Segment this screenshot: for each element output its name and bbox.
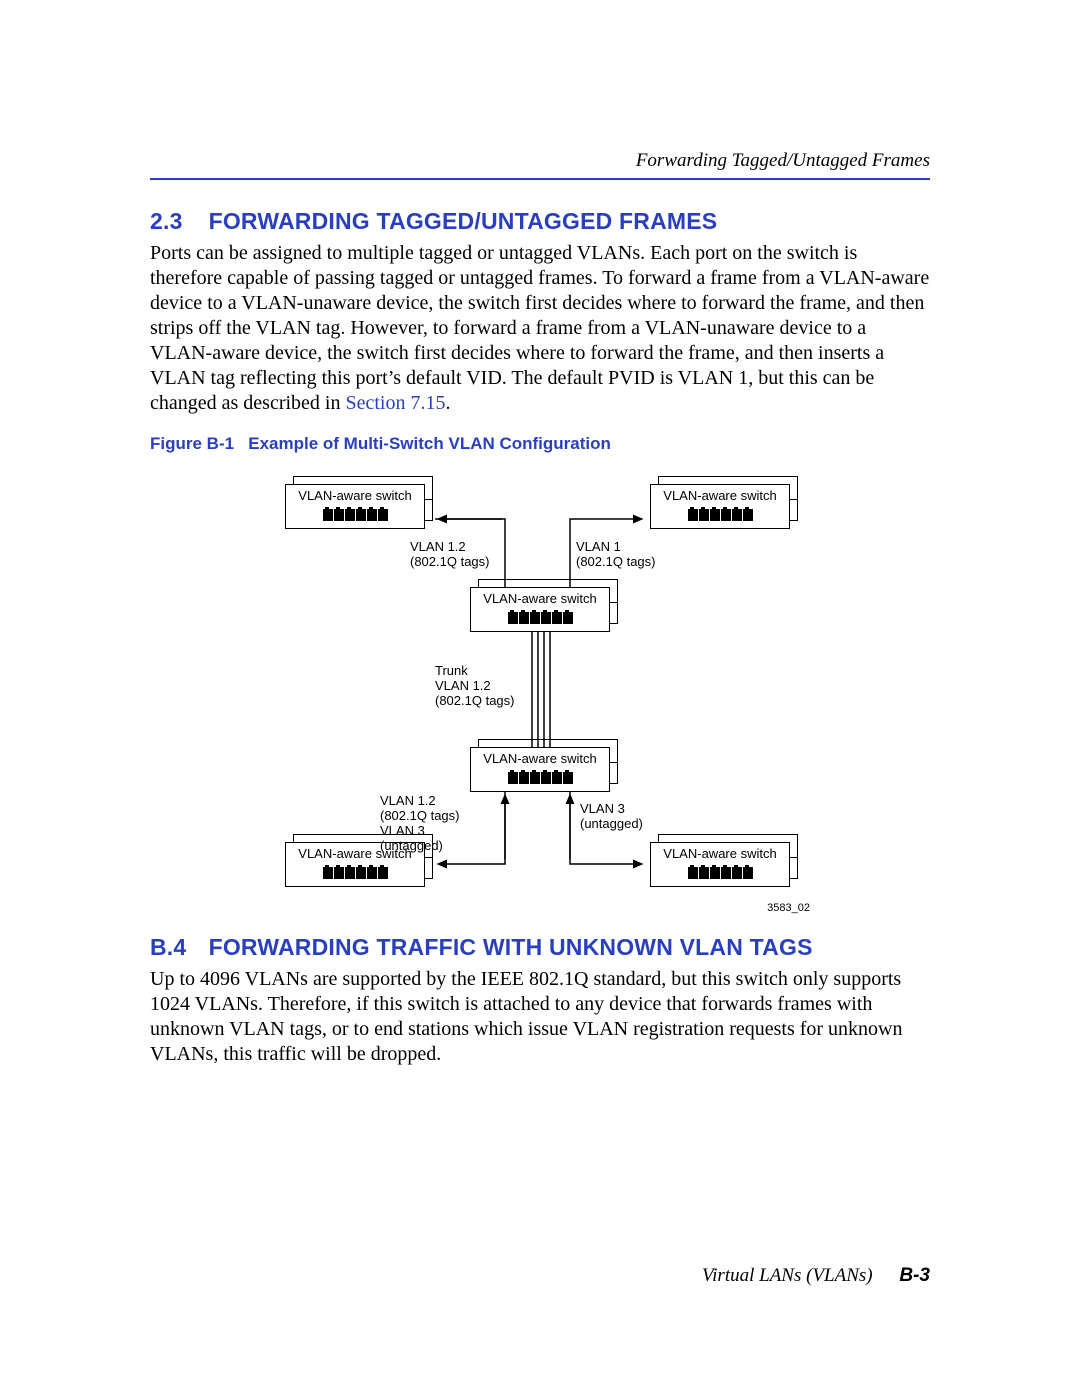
footer-page-number: B-3 [899, 1265, 930, 1286]
section-title: FORWARDING TRAFFIC WITH UNKNOWN VLAN TAG… [209, 934, 813, 960]
figure-b1: VLAN-aware switch VLAN-aware switch VLAN… [270, 464, 810, 914]
switch-bottom-right: VLAN-aware switch [650, 842, 790, 886]
switch-lower-center: VLAN-aware switch [470, 747, 610, 791]
section-2-3-heading: 2.3 FORWARDING TAGGED/UNTAGGED FRAMES [150, 208, 930, 235]
body-text-b: . [445, 392, 450, 414]
switch-label: VLAN-aware switch [650, 484, 790, 508]
running-header: Forwarding Tagged/Untagged Frames [150, 150, 930, 172]
label-bottom-right: VLAN 3(untagged) [580, 802, 643, 832]
switch-top-right: VLAN-aware switch [650, 484, 790, 528]
section-7-15-link[interactable]: Section 7.15 [345, 392, 445, 414]
switch-label: VLAN-aware switch [650, 842, 790, 866]
footer-book-title: Virtual LANs (VLANs) [702, 1265, 873, 1286]
label-trunk: TrunkVLAN 1.2(802.1Q tags) [435, 664, 515, 709]
figure-label: Figure B-1 [150, 434, 234, 453]
header-rule [150, 178, 930, 180]
figure-title: Example of Multi-Switch VLAN Configurati… [248, 434, 611, 453]
switch-center: VLAN-aware switch [470, 587, 610, 631]
body-text-a: Ports can be assigned to multiple tagged… [150, 242, 929, 414]
switch-label: VLAN-aware switch [470, 747, 610, 771]
figure-b1-caption: Figure B-1 Example of Multi-Switch VLAN … [150, 434, 930, 454]
section-number: 2.3 [150, 208, 202, 235]
label-top-right: VLAN 1(802.1Q tags) [576, 540, 656, 570]
section-b4-body: Up to 4096 VLANs are supported by the IE… [150, 967, 930, 1067]
switch-top-left: VLAN-aware switch [285, 484, 425, 528]
label-top-left: VLAN 1.2(802.1Q tags) [410, 540, 490, 570]
switch-label: VLAN-aware switch [470, 587, 610, 611]
label-bottom-left: VLAN 1.2(802.1Q tags)VLAN 3(untagged) [380, 794, 460, 854]
section-b4-heading: B.4 FORWARDING TRAFFIC WITH UNKNOWN VLAN… [150, 934, 930, 961]
page-footer: Virtual LANs (VLANs) B-3 [702, 1265, 930, 1287]
section-2-3-body: Ports can be assigned to multiple tagged… [150, 241, 930, 416]
switch-label: VLAN-aware switch [285, 484, 425, 508]
section-title: FORWARDING TAGGED/UNTAGGED FRAMES [209, 208, 718, 234]
page: Forwarding Tagged/Untagged Frames 2.3 FO… [0, 0, 1080, 1397]
section-number: B.4 [150, 934, 202, 961]
figure-id: 3583_02 [767, 902, 810, 914]
